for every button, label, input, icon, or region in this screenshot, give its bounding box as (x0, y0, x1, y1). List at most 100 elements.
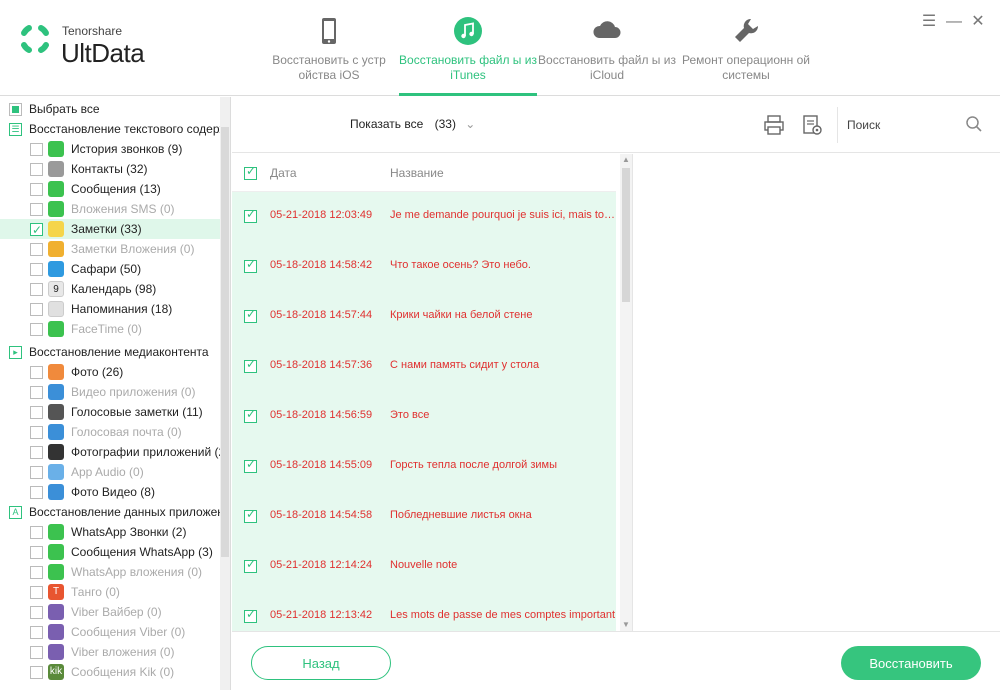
sidebar-item[interactable]: WhatsApp Звонки (2) (0, 522, 220, 542)
sidebar-scroll-thumb[interactable] (221, 127, 229, 557)
sidebar-item[interactable]: WhatsApp вложения (0) (0, 562, 220, 582)
item-checkbox[interactable] (30, 263, 43, 276)
sidebar-item[interactable]: Viber вложения (0) (0, 642, 220, 662)
table-row[interactable]: 05-21-2018 12:13:42 Les mots de passe de … (232, 592, 616, 631)
sidebar-item[interactable]: Сафари (50) (0, 259, 220, 279)
back-button[interactable]: Назад (251, 646, 391, 680)
select-all-row[interactable]: Выбрать все (0, 99, 220, 119)
category-media[interactable]: ▸ Восстановление медиаконтента (0, 342, 220, 362)
sidebar-item[interactable]: Голосовая почта (0) (0, 422, 220, 442)
app-video-icon (48, 384, 64, 400)
sidebar-item[interactable]: Вложения SMS (0) (0, 199, 220, 219)
table-row[interactable]: 05-18-2018 14:57:44 Крики чайки на белой … (232, 292, 616, 342)
select-all-checkbox[interactable] (9, 103, 22, 116)
row-title: Побледневшие листья окна (390, 509, 532, 521)
item-checkbox[interactable] (30, 626, 43, 639)
item-checkbox[interactable] (30, 220, 43, 239)
sidebar-item[interactable]: Напоминания (18) (0, 299, 220, 319)
minimize-button[interactable]: — (946, 14, 962, 30)
nav-recover-icloud[interactable]: Восстановить файл ы из iCloud (538, 0, 676, 96)
item-checkbox[interactable] (30, 323, 43, 336)
export-settings-icon[interactable] (801, 114, 823, 136)
item-checkbox[interactable] (30, 446, 43, 459)
item-checkbox[interactable] (30, 143, 43, 156)
sidebar-item-label: Сообщения Kik (0) (71, 665, 175, 679)
sidebar-item[interactable]: Сообщения (13) (0, 179, 220, 199)
item-checkbox[interactable] (30, 183, 43, 196)
sidebar-item[interactable]: История звонков (9) (0, 139, 220, 159)
sidebar-item[interactable]: Фотографии приложений (24) (0, 442, 220, 462)
sidebar-item[interactable]: FaceTime (0) (0, 319, 220, 339)
print-icon[interactable] (763, 114, 785, 136)
row-checkbox[interactable] (244, 207, 257, 223)
row-checkbox[interactable] (244, 357, 257, 373)
sidebar-item[interactable]: Видео приложения (0) (0, 382, 220, 402)
sidebar-item[interactable]: Фото (26) (0, 362, 220, 382)
search-icon[interactable] (965, 115, 983, 133)
sidebar-scrollbar[interactable] (220, 97, 230, 690)
table-scroll-thumb[interactable] (622, 168, 630, 302)
show-filter-dropdown[interactable]: Показать все (33) ⌄ (350, 117, 475, 131)
table-row[interactable]: 05-21-2018 12:14:24 Nouvelle note (232, 542, 616, 592)
item-checkbox[interactable] (30, 466, 43, 479)
sidebar-item[interactable]: 9 Календарь (98) (0, 279, 220, 299)
item-checkbox[interactable] (30, 406, 43, 419)
sidebar-item[interactable]: Контакты (32) (0, 159, 220, 179)
nav-recover-itunes[interactable]: Восстановить файл ы из iTunes (399, 0, 537, 96)
item-checkbox[interactable] (30, 546, 43, 559)
sidebar-item[interactable]: Заметки Вложения (0) (0, 239, 220, 259)
item-checkbox[interactable] (30, 486, 43, 499)
item-checkbox[interactable] (30, 606, 43, 619)
select-all-rows-checkbox[interactable] (244, 164, 257, 180)
item-checkbox[interactable] (30, 586, 43, 599)
item-checkbox[interactable] (30, 283, 43, 296)
scroll-up-arrow-icon[interactable]: ▲ (620, 154, 632, 166)
item-checkbox[interactable] (30, 526, 43, 539)
item-checkbox[interactable] (30, 566, 43, 579)
table-scrollbar[interactable]: ▲ ▼ (620, 154, 632, 631)
item-checkbox[interactable] (30, 366, 43, 379)
table-row[interactable]: 05-18-2018 14:54:58 Побледневшие листья о… (232, 492, 616, 542)
row-checkbox[interactable] (244, 257, 257, 273)
item-checkbox[interactable] (30, 386, 43, 399)
item-checkbox[interactable] (30, 426, 43, 439)
item-checkbox[interactable] (30, 666, 43, 679)
sidebar-item[interactable]: Сообщения WhatsApp (3) (0, 542, 220, 562)
table-row[interactable]: 05-18-2018 14:55:09 Горсть тепла после до… (232, 442, 616, 492)
menu-icon[interactable]: ☰ (921, 14, 937, 30)
row-checkbox[interactable] (244, 407, 257, 423)
category-apps[interactable]: A Восстановление данных приложений (0, 502, 220, 522)
nav-repair-os[interactable]: Ремонт операционн ой системы (677, 0, 815, 96)
column-header-date[interactable]: Дата (270, 166, 297, 180)
nav-recover-ios[interactable]: Восстановить с устр ойства iOS (260, 0, 398, 96)
sidebar-item[interactable]: T Танго (0) (0, 582, 220, 602)
table-row[interactable]: 05-18-2018 14:57:36 С нами память сидит у… (232, 342, 616, 392)
row-checkbox[interactable] (244, 457, 257, 473)
scroll-down-arrow-icon[interactable]: ▼ (620, 619, 632, 631)
table-row[interactable]: 05-21-2018 12:03:49 Je me demande pourquo… (232, 192, 616, 242)
row-checkbox[interactable] (244, 507, 257, 523)
sidebar-item[interactable]: App Audio (0) (0, 462, 220, 482)
sidebar-item[interactable]: Голосовые заметки (11) (0, 402, 220, 422)
sidebar-item[interactable]: Сообщения Viber (0) (0, 622, 220, 642)
item-checkbox[interactable] (30, 646, 43, 659)
viber-attachment-icon (48, 644, 64, 660)
item-checkbox[interactable] (30, 243, 43, 256)
category-text-content[interactable]: ☰ Восстановление текстового содержимого (0, 119, 220, 139)
column-header-name[interactable]: Название (390, 166, 444, 180)
sidebar-item[interactable]: kik Сообщения Kik (0) (0, 662, 220, 682)
item-checkbox[interactable] (30, 303, 43, 316)
table-row[interactable]: 05-18-2018 14:56:59 Это все (232, 392, 616, 442)
sidebar-item[interactable]: Заметки (33) (0, 219, 220, 239)
row-checkbox[interactable] (244, 607, 257, 623)
row-checkbox[interactable] (244, 557, 257, 573)
sidebar-item[interactable]: Viber Вайбер (0) (0, 602, 220, 622)
sidebar-item-label: Сообщения Viber (0) (71, 625, 186, 639)
item-checkbox[interactable] (30, 163, 43, 176)
row-checkbox[interactable] (244, 307, 257, 323)
close-button[interactable]: ✕ (970, 14, 986, 30)
table-row[interactable]: 05-18-2018 14:58:42 Что такое осень? Это … (232, 242, 616, 292)
restore-button[interactable]: Восстановить (841, 646, 981, 680)
sidebar-item[interactable]: Фото Видео (8) (0, 482, 220, 502)
item-checkbox[interactable] (30, 203, 43, 216)
